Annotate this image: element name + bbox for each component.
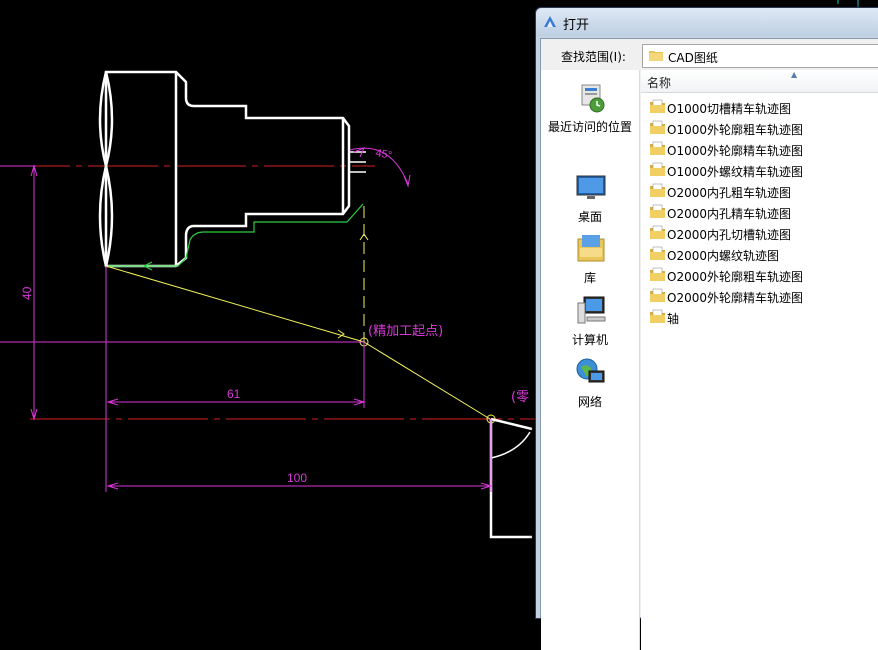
- folder-icon: [650, 225, 665, 239]
- network-icon: [576, 358, 605, 383]
- place-desktop[interactable]: 桌面: [541, 172, 639, 230]
- sort-ascending-icon: ▲: [791, 70, 798, 79]
- place-label: 桌面: [577, 210, 602, 224]
- dim-61-label: 61: [227, 387, 241, 401]
- place-recent[interactable]: 最近访问的位置: [541, 82, 639, 140]
- place-libraries[interactable]: 库: [541, 233, 639, 291]
- dim-40-label: 40: [20, 286, 34, 300]
- file-name: O2000外轮廓粗车轨迹图: [667, 270, 803, 284]
- file-name: O1000外轮廓粗车轨迹图: [667, 123, 803, 137]
- file-list-item[interactable]: O1000切槽精车轨迹图: [649, 98, 878, 118]
- workpiece-outline: [98, 70, 351, 268]
- folder-icon: [650, 141, 665, 155]
- file-name: O2000外轮廓精车轨迹图: [667, 291, 803, 305]
- look-in-label: 查找范围(I):: [561, 50, 626, 64]
- dim-100-label: 100: [287, 471, 307, 485]
- folder-icon: [650, 309, 665, 323]
- file-name: 轴: [667, 312, 680, 326]
- folder-icon: [650, 120, 665, 134]
- zero-point-label: (零: [511, 390, 529, 405]
- file-list-item[interactable]: O1000外轮廓粗车轨迹图: [649, 119, 878, 139]
- desktop-icon: [576, 175, 606, 199]
- place-network[interactable]: 网络: [541, 357, 639, 415]
- file-name: O2000内孔精车轨迹图: [667, 207, 791, 221]
- file-list-item[interactable]: O2000外轮廓精车轨迹图: [649, 287, 878, 307]
- folder-icon: [650, 162, 665, 176]
- file-name: O1000外轮廓精车轨迹图: [667, 144, 803, 158]
- look-in-dropdown[interactable]: CAD图纸: [642, 44, 878, 68]
- place-computer[interactable]: 计算机: [541, 295, 639, 353]
- finish-start-label: (精加工起点): [368, 324, 443, 339]
- file-list-item[interactable]: O2000内孔粗车轨迹图: [649, 182, 878, 202]
- chamfer-marks: [350, 151, 366, 173]
- place-label: 库: [583, 271, 596, 285]
- folder-icon: [650, 183, 665, 197]
- file-list-item[interactable]: O2000内孔精车轨迹图: [649, 203, 878, 223]
- cutting-tool: [489, 417, 533, 539]
- angle-45-label: 45°: [374, 147, 392, 162]
- dialog-title: 打开: [563, 18, 590, 33]
- place-label: 最近访问的位置: [547, 120, 632, 134]
- file-list-item[interactable]: O1000外轮廓精车轨迹图: [649, 140, 878, 160]
- place-label: 网络: [577, 395, 602, 409]
- computer-icon: [577, 296, 606, 324]
- folder-icon: [650, 246, 665, 260]
- folder-icon: [650, 288, 665, 302]
- libraries-icon: [577, 235, 605, 262]
- file-name: O2000内孔粗车轨迹图: [667, 186, 791, 200]
- dialog-titlebar[interactable]: 打开: [536, 8, 878, 36]
- place-label: 计算机: [571, 333, 608, 347]
- file-list-item[interactable]: O2000内孔切槽轨迹图: [649, 224, 878, 244]
- file-list-item[interactable]: O1000外螺纹精车轨迹图: [649, 161, 878, 181]
- folder-icon: [650, 99, 665, 113]
- recent-places-icon: [581, 84, 605, 113]
- file-list: 名称 ▲ O1000切槽精车轨迹图 O1000外轮廓粗车轨迹图 O1000外轮廓精车…: [641, 70, 878, 650]
- column-name-label: 名称: [647, 76, 672, 90]
- dialog-body: 查找范围(I): CAD图纸 最近访问的位置 桌面 库 计算机 网络 名称 ▲ …: [540, 38, 878, 650]
- file-name: O1000切槽精车轨迹图: [667, 102, 791, 116]
- file-list-item[interactable]: 轴: [649, 308, 878, 328]
- file-list-item[interactable]: O2000内螺纹轨迹图: [649, 245, 878, 265]
- file-name: O1000外螺纹精车轨迹图: [667, 165, 803, 179]
- folder-icon: [650, 204, 665, 218]
- places-bar: 最近访问的位置 桌面 库 计算机 网络: [541, 70, 640, 650]
- open-file-dialog: 打开 查找范围(I): CAD图纸 最近访问的位置 桌面 库 计算机 网络 名称…: [535, 7, 878, 650]
- file-name: O2000内孔切槽轨迹图: [667, 228, 791, 242]
- folder-icon: [650, 267, 665, 281]
- folder-icon: [649, 51, 663, 61]
- dimension-lines: [0, 147, 493, 492]
- file-name: O2000内螺纹轨迹图: [667, 249, 779, 263]
- column-header-name[interactable]: 名称 ▲: [641, 70, 878, 93]
- look-in-value: CAD图纸: [668, 51, 718, 65]
- app-icon: [544, 16, 556, 27]
- file-list-item[interactable]: O2000外轮廓粗车轨迹图: [649, 266, 878, 286]
- approach-path: [105, 206, 491, 420]
